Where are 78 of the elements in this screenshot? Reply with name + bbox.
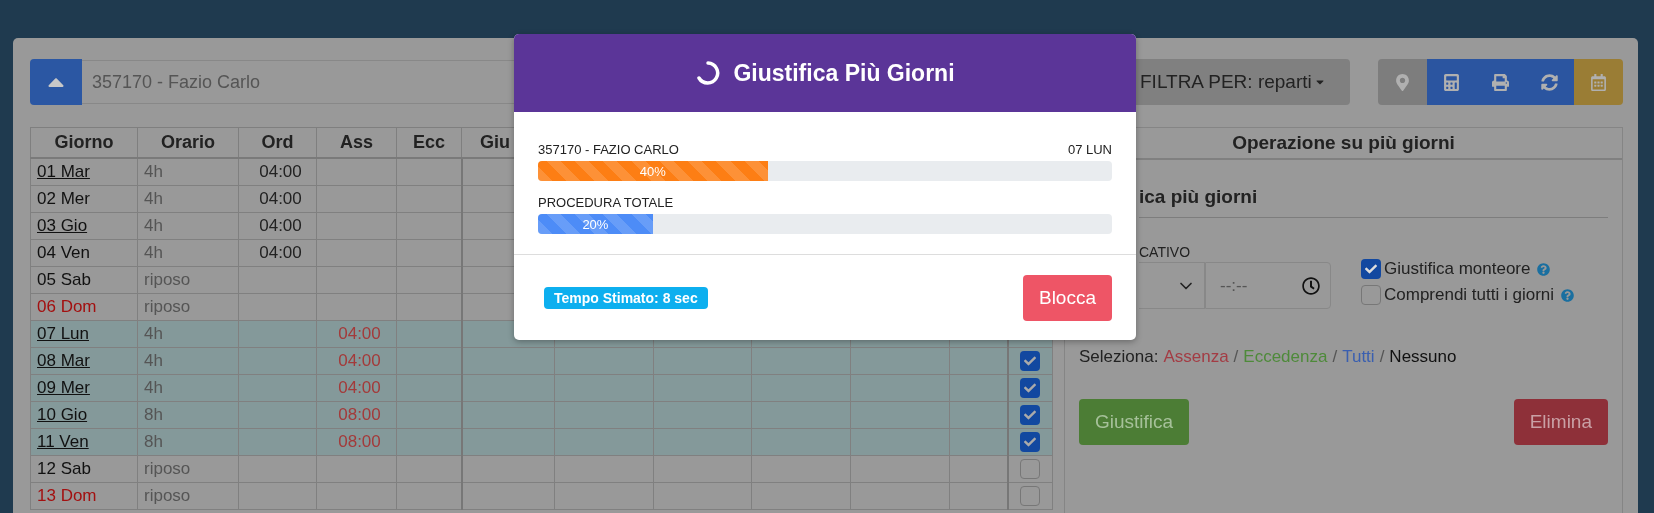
progress-label: PROCEDURA TOTALE: [538, 195, 674, 210]
day-label: 04 Ven: [37, 243, 90, 262]
absence-cell: 08:00: [338, 432, 381, 451]
dialog-title: Giustifica Più Giorni: [733, 59, 955, 87]
schedule-cell: riposo: [144, 459, 191, 478]
calculator-icon: [1443, 73, 1460, 91]
help-icon[interactable]: [1561, 288, 1575, 302]
select-link[interactable]: Nessuno: [1389, 347, 1457, 367]
table-cell: 04:00: [259, 216, 302, 235]
field-label: CATIVO: [1139, 244, 1191, 260]
column-header: Orario: [137, 127, 239, 158]
progress-day: 07 LUN: [1067, 142, 1112, 157]
row-checkbox[interactable]: [1020, 458, 1041, 479]
check-icon: [1024, 408, 1037, 421]
schedule-cell: 4h: [144, 162, 163, 182]
schedule-cell: 4h: [144, 378, 163, 397]
row-checkbox[interactable]: [1020, 485, 1041, 506]
absence-cell: 04:00: [338, 324, 381, 343]
schedule-cell: 4h: [144, 189, 163, 208]
absence-cell: 04:00: [338, 351, 381, 370]
schedule-cell: 4h: [144, 216, 163, 235]
absence-cell: 04:00: [338, 378, 381, 397]
check-icon: [1024, 435, 1037, 448]
progress-reading: 20%: [582, 216, 609, 232]
row-checkbox[interactable]: [1020, 404, 1041, 425]
help-icon[interactable]: [1537, 262, 1551, 276]
progress-reading: 40%: [639, 163, 666, 179]
schedule-cell: riposo: [144, 297, 191, 316]
day-label: 05 Sab: [37, 270, 91, 289]
day-label: 12 Sab: [37, 459, 91, 478]
refresh-icon: [1541, 73, 1558, 91]
calendar-icon: [1590, 73, 1607, 91]
table-cell: 04:00: [259, 189, 302, 208]
printer-icon: [1492, 73, 1509, 91]
schedule-cell: 8h: [144, 405, 163, 424]
day-label: 02 Mer: [37, 189, 90, 208]
schedule-cell: 4h: [144, 351, 163, 370]
table-cell: 04:00: [259, 243, 302, 262]
panel-title: Operazione su più giorni: [1232, 132, 1455, 154]
estimate-badge: Tempo Stimato: 8 sec: [544, 287, 708, 309]
column-header: Ord: [238, 127, 317, 158]
refresh-button[interactable]: [1525, 59, 1574, 105]
day-label: 06 Dom: [37, 297, 97, 316]
calculator-button[interactable]: [1427, 59, 1476, 105]
select-label: Seleziona:: [1079, 347, 1159, 367]
row-checkbox[interactable]: [1020, 350, 1041, 371]
table-cell: 04:00: [259, 162, 302, 182]
column-header: Ecc: [396, 127, 462, 158]
check-icon: [1024, 354, 1037, 367]
day-label: 13 Dom: [37, 486, 97, 505]
absence-cell: 08:00: [338, 405, 381, 424]
stop-button[interactable]: Blocca: [1022, 275, 1112, 321]
schedule-cell: riposo: [144, 486, 191, 505]
schedule-cell: 4h: [144, 324, 163, 343]
delete-button[interactable]: Elimina: [1513, 399, 1608, 445]
schedule-cell: riposo: [144, 270, 191, 289]
spinner-icon: [695, 60, 722, 86]
schedule-cell: 8h: [144, 432, 163, 451]
calendar-button[interactable]: [1574, 59, 1623, 105]
option-label: Comprendi tutti i giorni: [1384, 285, 1555, 305]
column-header: Giorno: [30, 127, 138, 158]
check-icon: [1365, 263, 1377, 275]
collapse-button[interactable]: [30, 59, 82, 105]
column-header: Ass: [316, 127, 397, 158]
schedule-cell: 4h: [144, 243, 163, 262]
option-checkbox[interactable]: [1361, 285, 1381, 305]
option-checkbox[interactable]: [1361, 259, 1381, 279]
map-pin-button[interactable]: [1378, 59, 1427, 105]
check-icon: [1024, 381, 1037, 394]
row-checkbox[interactable]: [1020, 377, 1041, 398]
option-label: Giustifica monteore: [1384, 259, 1531, 279]
section-title: ica più giorni: [1139, 186, 1258, 207]
separator: /: [1332, 347, 1338, 367]
separator: /: [1379, 347, 1385, 367]
map-pin-icon: [1394, 73, 1411, 91]
row-checkbox[interactable]: [1020, 431, 1041, 452]
clock-icon: [1302, 276, 1320, 295]
separator: /: [1233, 347, 1239, 367]
